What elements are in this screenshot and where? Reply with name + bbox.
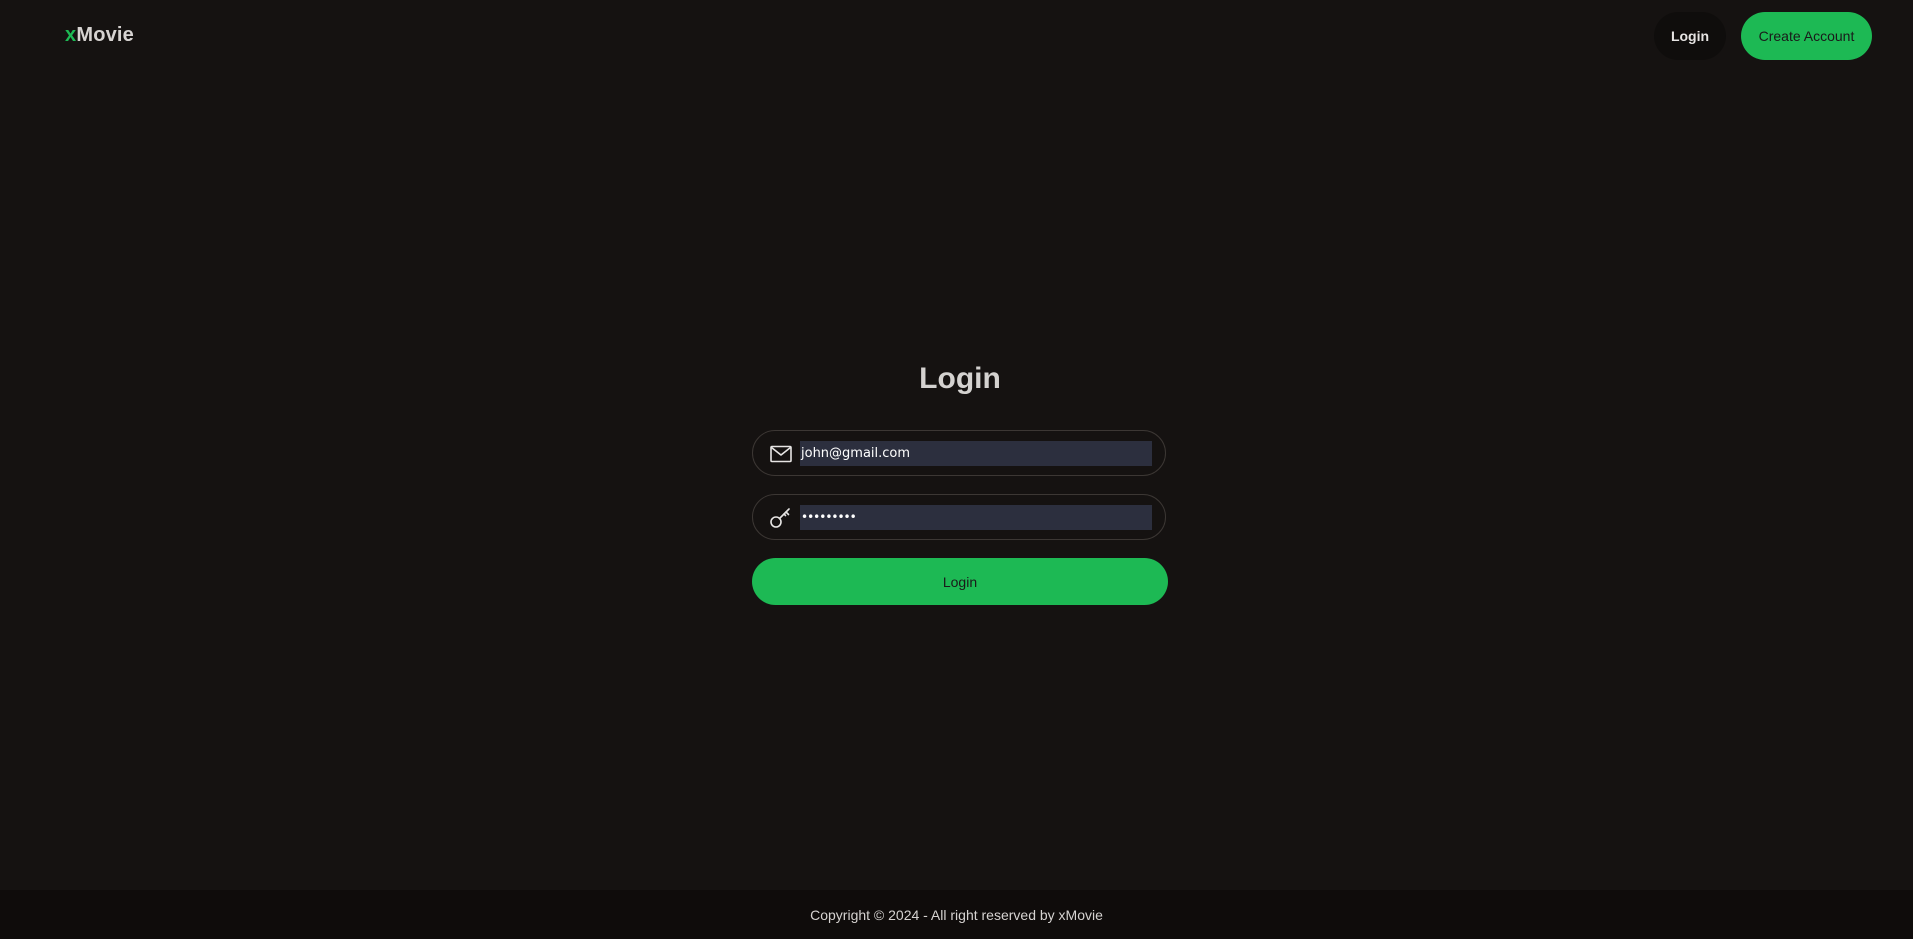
password-input[interactable]: ••••••••• [800,505,1152,530]
logo-text: Movie [76,24,135,46]
copyright-text: Copyright © 2024 - All right reserved by… [810,906,1103,923]
create-account-button[interactable]: Create Account [1741,12,1872,60]
logo-link[interactable]: xMovie [65,24,134,47]
nav-login-button[interactable]: Login [1654,12,1726,60]
envelope-icon [769,442,793,466]
top-navbar: xMovie Login Create Account [0,0,1913,72]
logo-accent: x [65,24,77,46]
email-field[interactable]: john@gmail.com [752,430,1166,476]
footer: Copyright © 2024 - All right reserved by… [0,890,1913,939]
page: xMovie Login Create Account Login john@g… [0,0,1913,939]
login-submit-button[interactable]: Login [752,558,1168,605]
key-icon [769,506,793,530]
login-title: Login [919,362,1001,395]
password-field[interactable]: ••••••••• [752,494,1166,540]
email-input[interactable]: john@gmail.com [800,441,1152,466]
